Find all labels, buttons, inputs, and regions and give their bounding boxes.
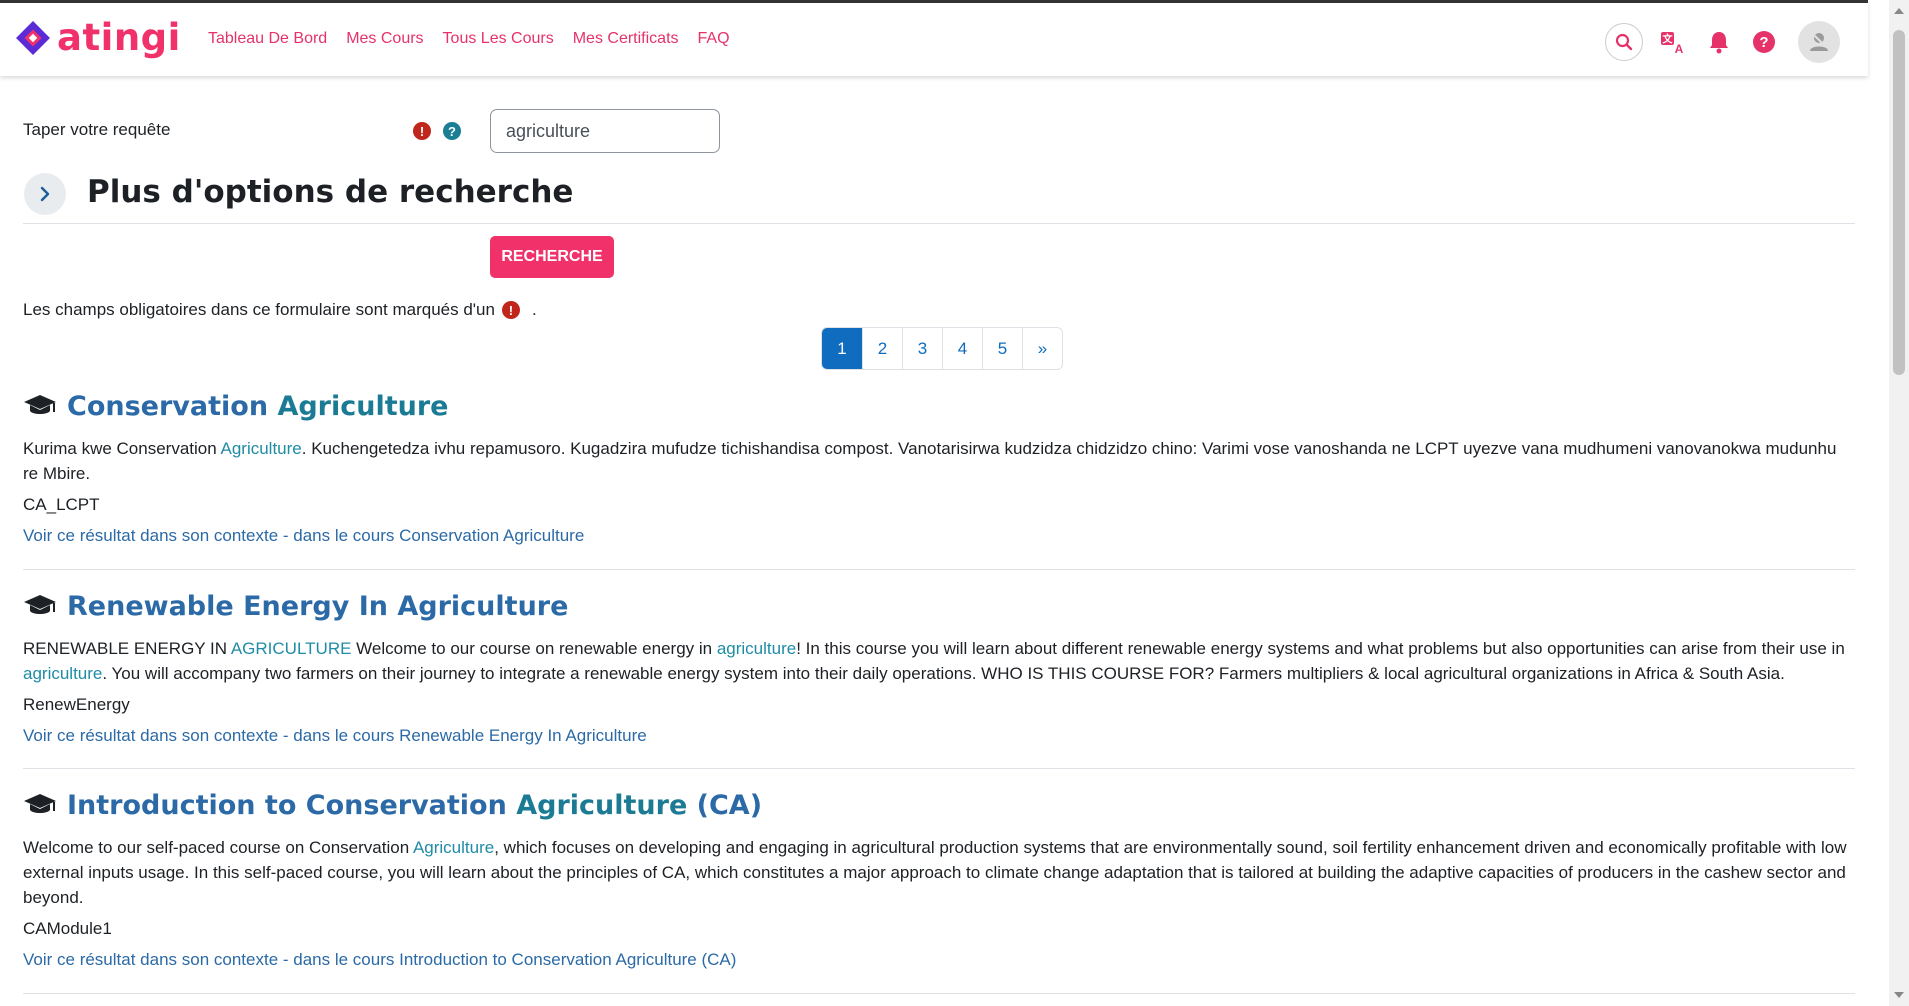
query-label: Taper votre requête [23,120,171,139]
result-description: RENEWABLE ENERGY IN AGRICULTURE Welcome … [23,636,1855,686]
page-next[interactable]: » [1022,328,1062,369]
description-highlight: Agriculture [412,838,495,857]
course-shortname: RenewEnergy [23,695,130,714]
description-text: RENEWABLE ENERGY IN [23,639,231,658]
result-title-highlight[interactable]: Agriculture [516,790,687,821]
bell-icon [1710,32,1728,54]
page-5[interactable]: 5 [982,328,1022,369]
result-context-link[interactable]: Voir ce résultat dans son contexte - dan… [23,950,1855,970]
result-description: Welcome to our self-paced course on Cons… [23,835,1855,910]
scroll-thumb[interactable] [1893,30,1905,375]
description-text: . You will accompany two farmers on thei… [102,664,1785,683]
page-4[interactable]: 4 [942,328,982,369]
required-note-end: . [531,300,537,319]
required-note: Les champs obligatoires dans ce formulai… [23,300,537,320]
top-icons: 文A ? [1605,21,1840,63]
chevron-right-icon[interactable] [24,173,66,215]
svg-text:A: A [1675,42,1684,55]
scroll-up-icon[interactable] [1894,8,1904,14]
required-note-text: Les champs obligatoires dans ce formulai… [23,300,495,319]
notifications-button[interactable] [1708,30,1730,54]
result-title-part[interactable]: (CA) [687,790,762,821]
search-result: Renewable Energy In Agriculture RENEWABL… [23,588,1855,769]
result-title-part[interactable]: Conservation [67,391,277,422]
graduation-cap-icon [24,395,56,414]
search-button[interactable] [1605,23,1643,61]
description-text: Welcome to our course on renewable energ… [351,639,717,658]
help-button[interactable]: ? [1752,30,1776,54]
description-highlight: agriculture [23,664,103,683]
page-2[interactable]: 2 [862,328,902,369]
required-icon: ! [413,122,431,140]
svg-text:文: 文 [1663,33,1674,46]
main-nav: Tableau De Bord Mes Cours Tous Les Cours… [208,30,730,48]
search-icon [1615,33,1633,51]
nav-all-courses[interactable]: Tous Les Cours [443,30,554,48]
help-icon: ? [1753,31,1775,53]
description-text: Kurima kwe Conservation [23,439,221,458]
description-highlight: AGRICULTURE [230,639,352,658]
svg-text:?: ? [1759,34,1768,51]
translate-icon: 文A [1661,32,1684,55]
search-result: Conservation Agriculture Kurima kwe Cons… [23,388,1855,570]
result-title[interactable]: Conservation Agriculture [67,391,448,422]
brand-logo[interactable]: atingi [13,16,181,59]
course-shortname: CAModule1 [23,919,112,938]
description-text: Welcome to our self-paced course on Cons… [23,838,413,857]
graduation-cap-icon [24,595,56,614]
description-highlight: agriculture [716,639,797,658]
pagination: 1 2 3 4 5 » [821,327,1063,370]
description-text: ! In this course you will learn about di… [796,639,1845,658]
graduation-cap-icon [24,794,56,813]
search-result: Introduction to Conservation Agriculture… [23,787,1855,994]
scroll-down-icon[interactable] [1894,992,1904,998]
page-1[interactable]: 1 [822,328,862,369]
help-icon[interactable]: ? [443,122,461,140]
required-icon: ! [501,301,520,319]
search-submit-button[interactable]: RECHERCHE [490,236,614,278]
language-button[interactable]: 文A [1660,29,1686,55]
diamond-logo-icon [16,20,50,55]
user-menu[interactable] [1798,21,1840,63]
result-context-link[interactable]: Voir ce résultat dans son contexte - dan… [23,726,1855,746]
nav-faq[interactable]: FAQ [698,30,730,48]
result-description: Kurima kwe Conservation Agriculture. Kuc… [23,436,1855,486]
result-context-link[interactable]: Voir ce résultat dans son contexte - dan… [23,526,1855,546]
page-3[interactable]: 3 [902,328,942,369]
description-highlight: Agriculture [220,439,302,458]
top-navbar: atingi Tableau De Bord Mes Cours Tous Le… [0,0,1868,76]
result-title[interactable]: Introduction to Conservation Agriculture… [67,790,762,821]
result-title-part[interactable]: Renewable Energy In Agriculture [67,591,568,622]
user-avatar-icon [1810,33,1828,51]
nav-dashboard[interactable]: Tableau De Bord [208,30,327,48]
result-title-part[interactable]: Introduction to Conservation [67,790,516,821]
page-scrollbar[interactable] [1889,0,1909,1006]
result-title-highlight[interactable]: Agriculture [277,391,448,422]
more-options-section[interactable]: Plus d'options de recherche [23,172,1855,224]
more-options-title[interactable]: Plus d'options de recherche [87,174,573,210]
course-shortname: CA_LCPT [23,495,100,514]
brand-name: atingi [57,16,181,59]
nav-my-certificates[interactable]: Mes Certificats [573,30,679,48]
result-title[interactable]: Renewable Energy In Agriculture [67,591,568,622]
nav-my-courses[interactable]: Mes Cours [346,30,423,48]
search-query-input[interactable] [490,109,720,153]
